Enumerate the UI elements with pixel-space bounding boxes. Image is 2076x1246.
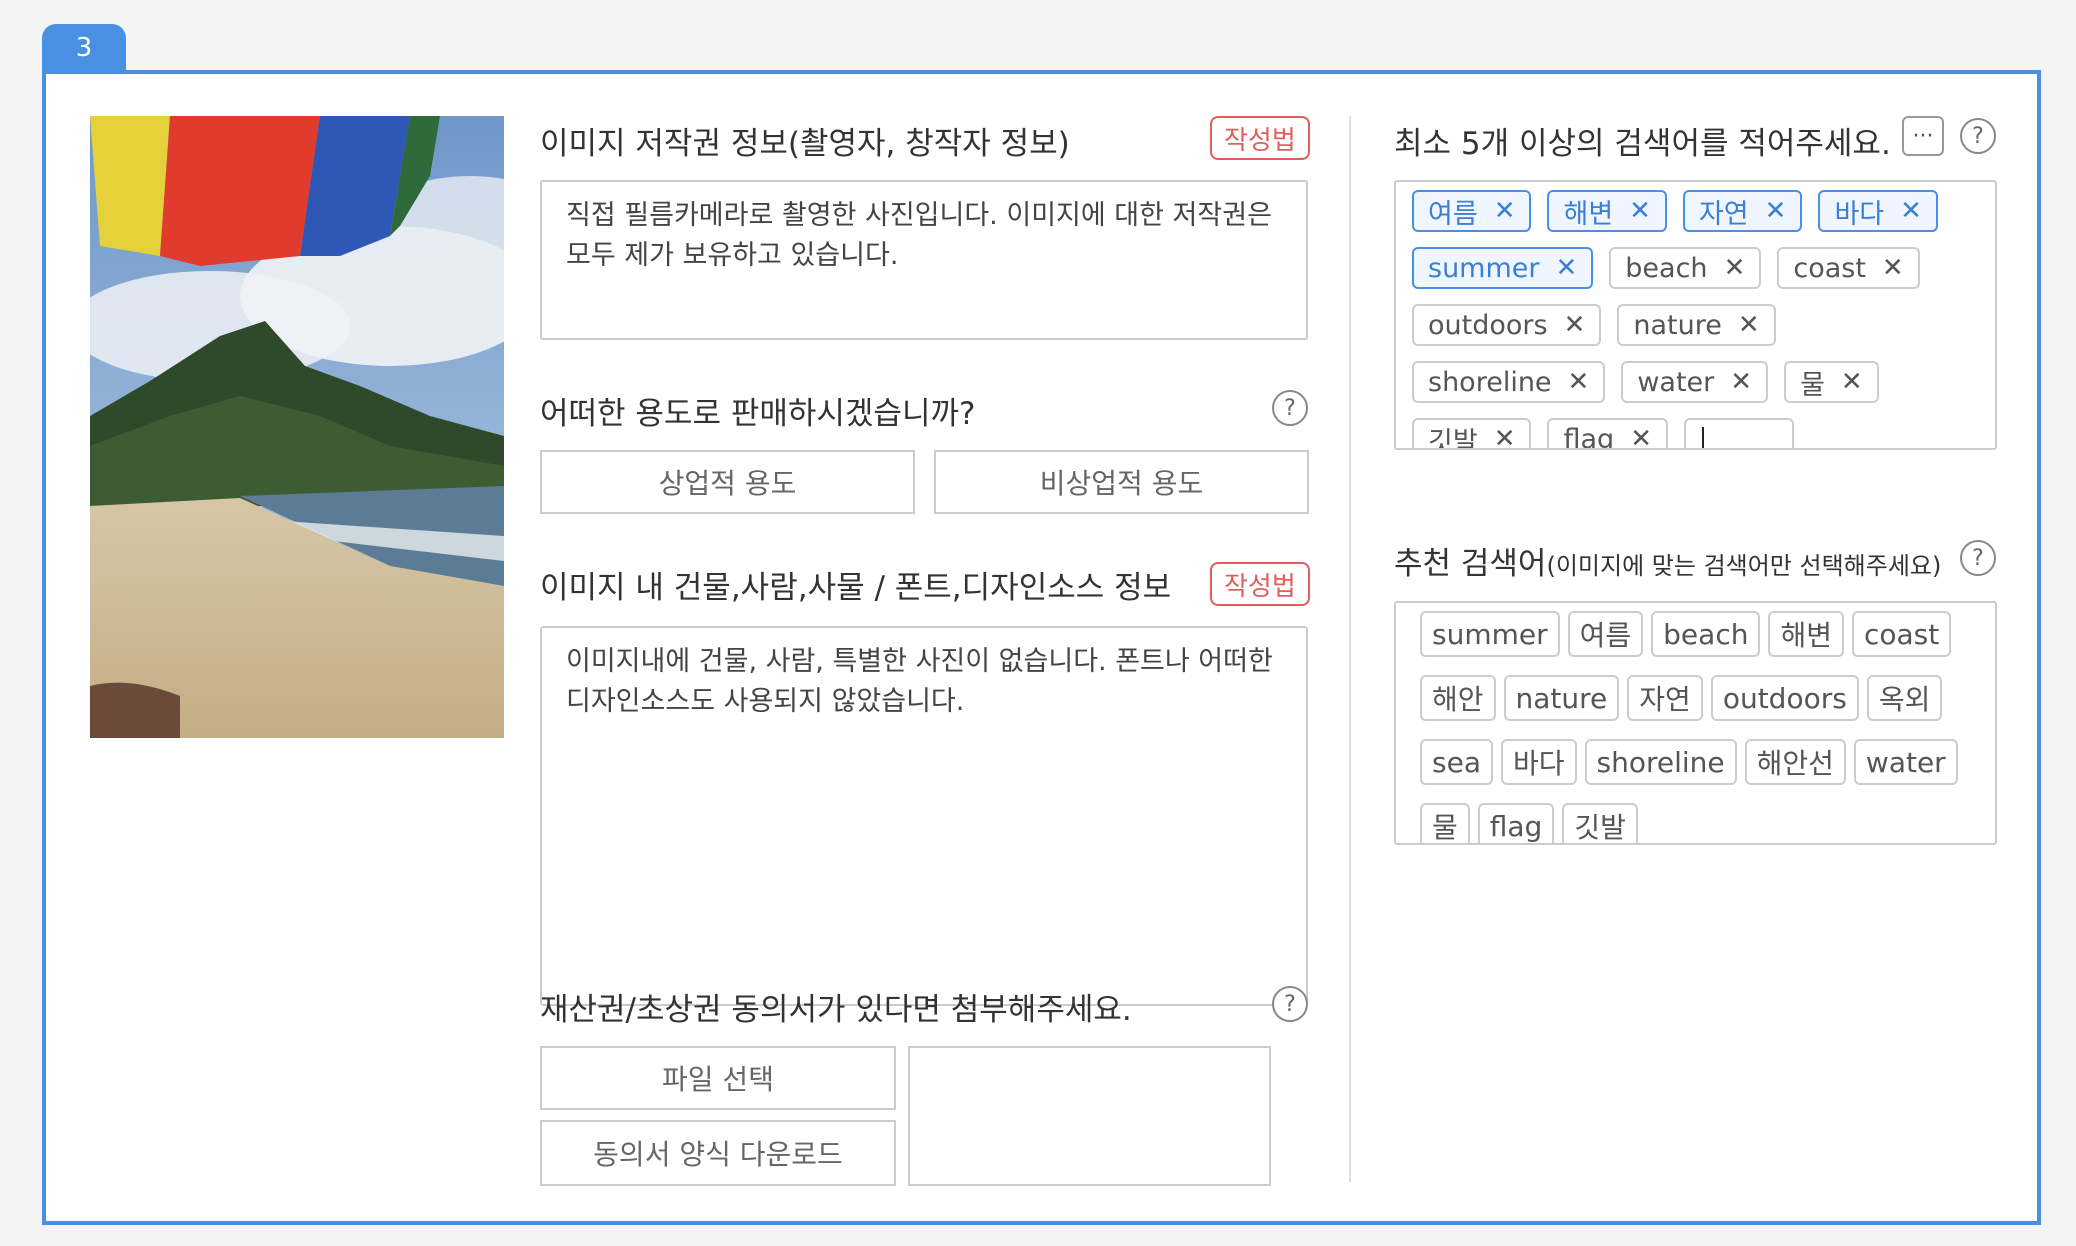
keyword-tag: 해변 ✕ xyxy=(1547,190,1667,232)
recommended-title: 추천 검색어 xyxy=(1394,546,1547,582)
keyword-tag: 여름 ✕ xyxy=(1412,190,1532,232)
recommended-sublabel: (이미지에 맞는 검색어만 선택해주세요) xyxy=(1546,552,1942,580)
remove-tag-icon[interactable]: ✕ xyxy=(1765,198,1787,224)
recommended-keyword-chip[interactable]: outdoors xyxy=(1710,675,1859,721)
recommended-keywords-box: summer 여름 beach 해변 coast 해안 nature 자연 outdoors 옥외… xyxy=(1394,601,1997,845)
copyright-label: 이미지 저작권 정보(촬영자, 창작자 정보) xyxy=(540,126,1070,162)
keyword-tag: 바다 ✕ xyxy=(1818,190,1938,232)
keyword-tag: coast ✕ xyxy=(1777,247,1920,289)
usage-label: 어떠한 용도로 판매하시겠습니까? xyxy=(540,396,976,432)
recommended-keyword-chip[interactable]: 자연 xyxy=(1627,675,1703,721)
keyword-tag-box: 여름 ✕ 해변 ✕ 자연 ✕ 바다 ✕ summer ✕ beach ✕ coast ✕ outdoors ✕… xyxy=(1394,180,1997,450)
recommended-keyword-chip[interactable]: 여름 xyxy=(1567,611,1644,657)
recommended-keyword-chip[interactable]: sea xyxy=(1420,739,1493,785)
remove-tag-icon[interactable]: ✕ xyxy=(1629,198,1651,224)
recommended-keyword-chip[interactable]: 해안선 xyxy=(1744,739,1846,785)
recommended-keyword-chip[interactable]: 해안 xyxy=(1420,675,1496,721)
keyword-tag-text: nature xyxy=(1633,309,1722,341)
remove-tag-icon[interactable]: ✕ xyxy=(1900,198,1922,224)
keyword-tag-list: 여름 ✕ 해변 ✕ 자연 ✕ 바다 ✕ summer ✕ beach ✕ coast ✕ outdoors ✕… xyxy=(1412,190,1979,450)
assets-label: 이미지 내 건물,사람,사물 / 폰트,디자인소스 정보 xyxy=(540,570,1172,606)
column-divider xyxy=(1349,116,1351,1182)
keyword-tag-text: outdoors xyxy=(1428,309,1548,341)
consent-form-download-button[interactable]: 동의서 양식 다운로드 xyxy=(540,1120,896,1186)
keyword-tag-text: water xyxy=(1637,366,1715,398)
remove-tag-icon[interactable]: ✕ xyxy=(1494,426,1516,448)
more-options-icon[interactable]: ··· xyxy=(1902,116,1944,156)
recommended-keyword-chip[interactable]: flag xyxy=(1477,803,1555,843)
keywords-label: 최소 5개 이상의 검색어를 적어주세요. xyxy=(1394,126,1891,162)
keyword-tag-text: shoreline xyxy=(1428,366,1552,398)
text-caret xyxy=(1701,427,1704,448)
keyword-tag: flag ✕ xyxy=(1547,418,1668,450)
keyword-tag-text: 여름 xyxy=(1428,198,1478,230)
noncommercial-use-option[interactable]: 비상업적 용도 xyxy=(934,450,1309,514)
recommended-keyword-chip[interactable]: beach xyxy=(1651,611,1761,657)
recommended-keyword-chip[interactable]: 바다 xyxy=(1500,739,1577,785)
recommended-keyword-chip[interactable]: coast xyxy=(1852,611,1952,657)
keyword-tag: 자연 ✕ xyxy=(1682,190,1803,232)
keyword-tag-text: 깃발 xyxy=(1428,426,1478,450)
keyword-tag-text: beach xyxy=(1625,252,1708,284)
remove-tag-icon[interactable]: ✕ xyxy=(1494,198,1516,224)
keywords-help-icon[interactable]: ? xyxy=(1960,118,1996,154)
keyword-tag: nature ✕ xyxy=(1617,304,1776,346)
keyword-tag: water ✕ xyxy=(1621,361,1769,403)
recommended-chip-list: summer 여름 beach 해변 coast 해안 nature 자연 outdoors 옥외… xyxy=(1420,611,1971,843)
keyword-tag: summer ✕ xyxy=(1412,247,1594,289)
remove-tag-icon[interactable]: ✕ xyxy=(1630,426,1652,448)
keyword-tag: 물 ✕ xyxy=(1784,361,1879,403)
image-info-panel: 이미지 저작권 정보(촬영자, 창작자 정보) 작성법 직접 필름카메라로 촬영… xyxy=(42,70,2041,1225)
keyword-tag-text: coast xyxy=(1793,252,1866,284)
keyword-tag: beach ✕ xyxy=(1609,247,1762,289)
recommended-keyword-chip[interactable]: 물 xyxy=(1420,803,1470,843)
copyright-guide-button[interactable]: 작성법 xyxy=(1210,116,1310,160)
commercial-use-option[interactable]: 상업적 용도 xyxy=(540,450,915,514)
recommended-keyword-chip[interactable]: summer xyxy=(1420,611,1560,657)
copyright-textarea[interactable]: 직접 필름카메라로 촬영한 사진입니다. 이미지에 대한 저작권은 모두 제가 … xyxy=(540,180,1308,340)
recommended-keyword-chip[interactable]: 깃발 xyxy=(1562,803,1638,843)
file-select-button[interactable]: 파일 선택 xyxy=(540,1046,896,1110)
keyword-tag: shoreline ✕ xyxy=(1412,361,1606,403)
consent-label: 재산권/초상권 동의서가 있다면 첨부해주세요. xyxy=(540,992,1132,1028)
assets-guide-button[interactable]: 작성법 xyxy=(1210,562,1310,606)
keyword-tag: outdoors ✕ xyxy=(1412,304,1602,346)
recommended-keyword-chip[interactable]: 해변 xyxy=(1768,611,1844,657)
remove-tag-icon[interactable]: ✕ xyxy=(1882,255,1904,281)
keyword-tag-text: 바다 xyxy=(1834,198,1885,230)
step-number-tab: 3 xyxy=(42,24,126,72)
recommended-keyword-chip[interactable]: nature xyxy=(1503,675,1620,721)
keyword-tag-text: flag xyxy=(1563,423,1615,450)
remove-tag-icon[interactable]: ✕ xyxy=(1730,369,1752,395)
recommended-keyword-chip[interactable]: water xyxy=(1853,739,1958,785)
remove-tag-icon[interactable]: ✕ xyxy=(1568,369,1590,395)
consent-help-icon[interactable]: ? xyxy=(1272,986,1308,1022)
keyword-input[interactable] xyxy=(1683,418,1794,448)
keyword-tag-text: 해변 xyxy=(1563,198,1614,230)
recommended-label: 추천 검색어(이미지에 맞는 검색어만 선택해주세요) xyxy=(1394,538,1941,583)
recommended-keyword-chip[interactable]: shoreline xyxy=(1584,739,1737,785)
remove-tag-icon[interactable]: ✕ xyxy=(1556,255,1578,281)
keyword-tag-text: 물 xyxy=(1800,369,1825,401)
remove-tag-icon[interactable]: ✕ xyxy=(1564,312,1586,338)
remove-tag-icon[interactable]: ✕ xyxy=(1841,369,1863,395)
photo-thumbnail xyxy=(90,116,504,738)
usage-help-icon[interactable]: ? xyxy=(1272,390,1308,426)
keyword-tag-text: summer xyxy=(1428,252,1540,284)
keyword-tag: 깃발 ✕ xyxy=(1412,418,1532,450)
keyword-tag-text: 자연 xyxy=(1698,198,1749,230)
assets-textarea[interactable]: 이미지내에 건물, 사람, 특별한 사진이 없습니다. 폰트나 어떠한 디자인소… xyxy=(540,626,1308,1006)
remove-tag-icon[interactable]: ✕ xyxy=(1724,255,1746,281)
remove-tag-icon[interactable]: ✕ xyxy=(1738,312,1760,338)
recommended-keyword-chip[interactable]: 옥외 xyxy=(1866,675,1943,721)
file-drop-area[interactable] xyxy=(908,1046,1271,1186)
recommended-help-icon[interactable]: ? xyxy=(1960,540,1996,576)
